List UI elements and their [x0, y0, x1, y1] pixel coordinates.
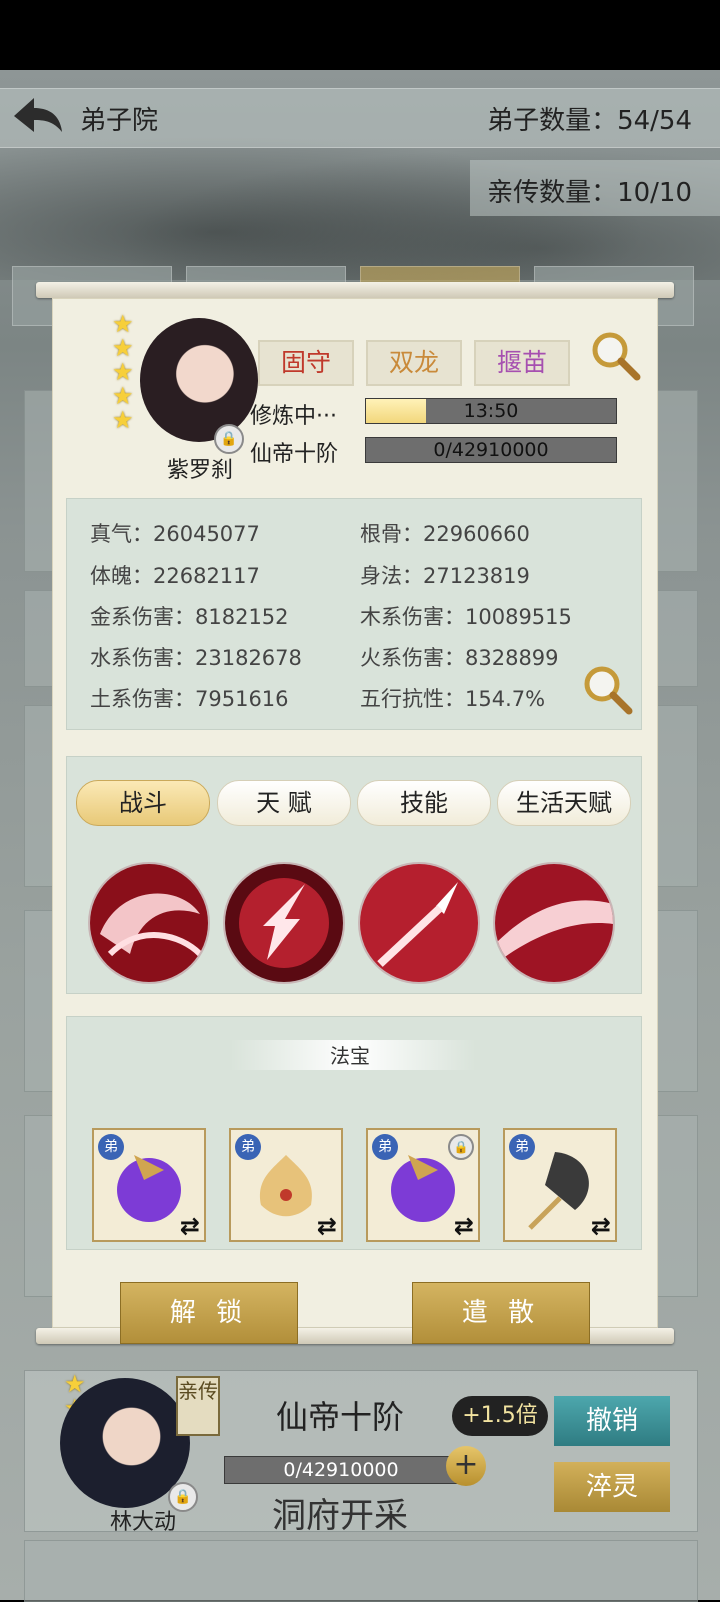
stats-magnifier-icon[interactable] [582, 664, 634, 716]
lock-icon[interactable]: 🔒 [448, 1134, 474, 1160]
lightning-arrow-icon[interactable] [225, 864, 343, 982]
stat-water-damage: 水系伤害：23182678 [90, 646, 302, 670]
crimson-swirl-icon[interactable] [90, 864, 208, 982]
disciple-badge: 弟 [372, 1134, 398, 1160]
plus-icon[interactable]: + [446, 1446, 486, 1486]
stat-tipo: 体魄：22682117 [90, 564, 260, 588]
personal-count: 亲传数量：10/10 [487, 178, 692, 208]
dismiss-button[interactable]: 遣 散 [412, 1282, 590, 1344]
spear-thrust-icon[interactable] [360, 864, 478, 982]
swap-icon[interactable]: ⇄ [454, 1214, 474, 1238]
stat-wood-damage: 木系伤害：10089515 [360, 605, 572, 629]
disciple-location: 洞府开采 [272, 1496, 408, 1536]
star-icon: ★ [112, 310, 134, 338]
disciple-progress-bar: 0/42910000 [224, 1456, 458, 1484]
training-progress-bar: 13:50 [365, 398, 617, 424]
trait-tag[interactable]: 揠苗 [474, 340, 570, 386]
realm-progress-text: 0/42910000 [433, 439, 549, 461]
personal-disciple-badge: 亲传 [176, 1376, 220, 1436]
trait-tag[interactable]: 双龙 [366, 340, 462, 386]
back-arrow-icon[interactable] [8, 92, 66, 142]
star-icon: ★ [112, 406, 134, 434]
disciple-badge: 弟 [509, 1134, 535, 1160]
training-time: 13:50 [463, 400, 519, 422]
scroll-rod-top [36, 282, 674, 298]
realm-progress-bar: 0/42910000 [365, 437, 617, 463]
lock-icon[interactable]: 🔒 [214, 424, 244, 454]
treasures-title: 法宝 [330, 1044, 370, 1068]
disciple-badge: 弟 [235, 1134, 261, 1160]
treasure-slot[interactable]: 弟 ⇄ [229, 1128, 343, 1242]
swap-icon[interactable]: ⇄ [317, 1214, 337, 1238]
trait-tag-label: 揠苗 [496, 348, 547, 377]
disciple-name: 紫罗刹 [166, 458, 233, 483]
training-label: 修炼中··· [250, 404, 337, 429]
multiplier-badge: +1.5倍 [452, 1396, 548, 1436]
swap-icon[interactable]: ⇄ [591, 1214, 611, 1238]
treasure-slot[interactable]: 弟 ⇄ [92, 1128, 206, 1242]
trait-tag[interactable]: 固守 [258, 340, 354, 386]
disciple-name: 林大动 [109, 1510, 176, 1535]
trait-tag-label: 固守 [280, 348, 331, 377]
stat-elemental-resist: 五行抗性：154.7% [360, 687, 546, 711]
realm-label: 仙帝十阶 [250, 442, 339, 467]
star-icon: ★ [112, 358, 134, 386]
star-icon: ★ [112, 382, 134, 410]
stat-gengu: 根骨：22960660 [360, 522, 530, 546]
stat-zhenqi: 真气：26045077 [90, 522, 260, 546]
blood-slash-icon[interactable] [495, 864, 613, 982]
star-icon: ★ [112, 334, 134, 362]
disciple-badge: 弟 [98, 1134, 124, 1160]
disciple-rank: 仙帝十阶 [276, 1398, 405, 1436]
treasure-slot[interactable]: 弟 🔒 ⇄ [366, 1128, 480, 1242]
stat-shenfa: 身法：27123819 [360, 564, 530, 588]
stat-fire-damage: 火系伤害：8328899 [360, 646, 559, 670]
magnifier-icon[interactable] [590, 330, 642, 382]
disciple-count: 弟子数量：54/54 [487, 106, 692, 136]
stat-earth-damage: 土系伤害：7951616 [90, 687, 289, 711]
background-card [24, 1540, 698, 1602]
tab-battle[interactable]: 战斗 [76, 780, 210, 826]
stat-metal-damage: 金系伤害：8182152 [90, 605, 289, 629]
tab-life-talent[interactable]: 生活天赋 [497, 780, 631, 826]
swap-icon[interactable]: ⇄ [180, 1214, 200, 1238]
disciple-avatar[interactable] [140, 318, 258, 442]
trait-tag-label: 双龙 [388, 348, 439, 377]
revoke-button[interactable]: 撤销 [554, 1396, 670, 1446]
tab-talent[interactable]: 天 赋 [217, 780, 351, 826]
treasure-slot[interactable]: 弟 ⇄ [503, 1128, 617, 1242]
refine-button[interactable]: 淬灵 [554, 1462, 670, 1512]
unlock-button[interactable]: 解 锁 [120, 1282, 298, 1344]
page-title: 弟子院 [80, 106, 159, 136]
tab-skills[interactable]: 技能 [357, 780, 491, 826]
